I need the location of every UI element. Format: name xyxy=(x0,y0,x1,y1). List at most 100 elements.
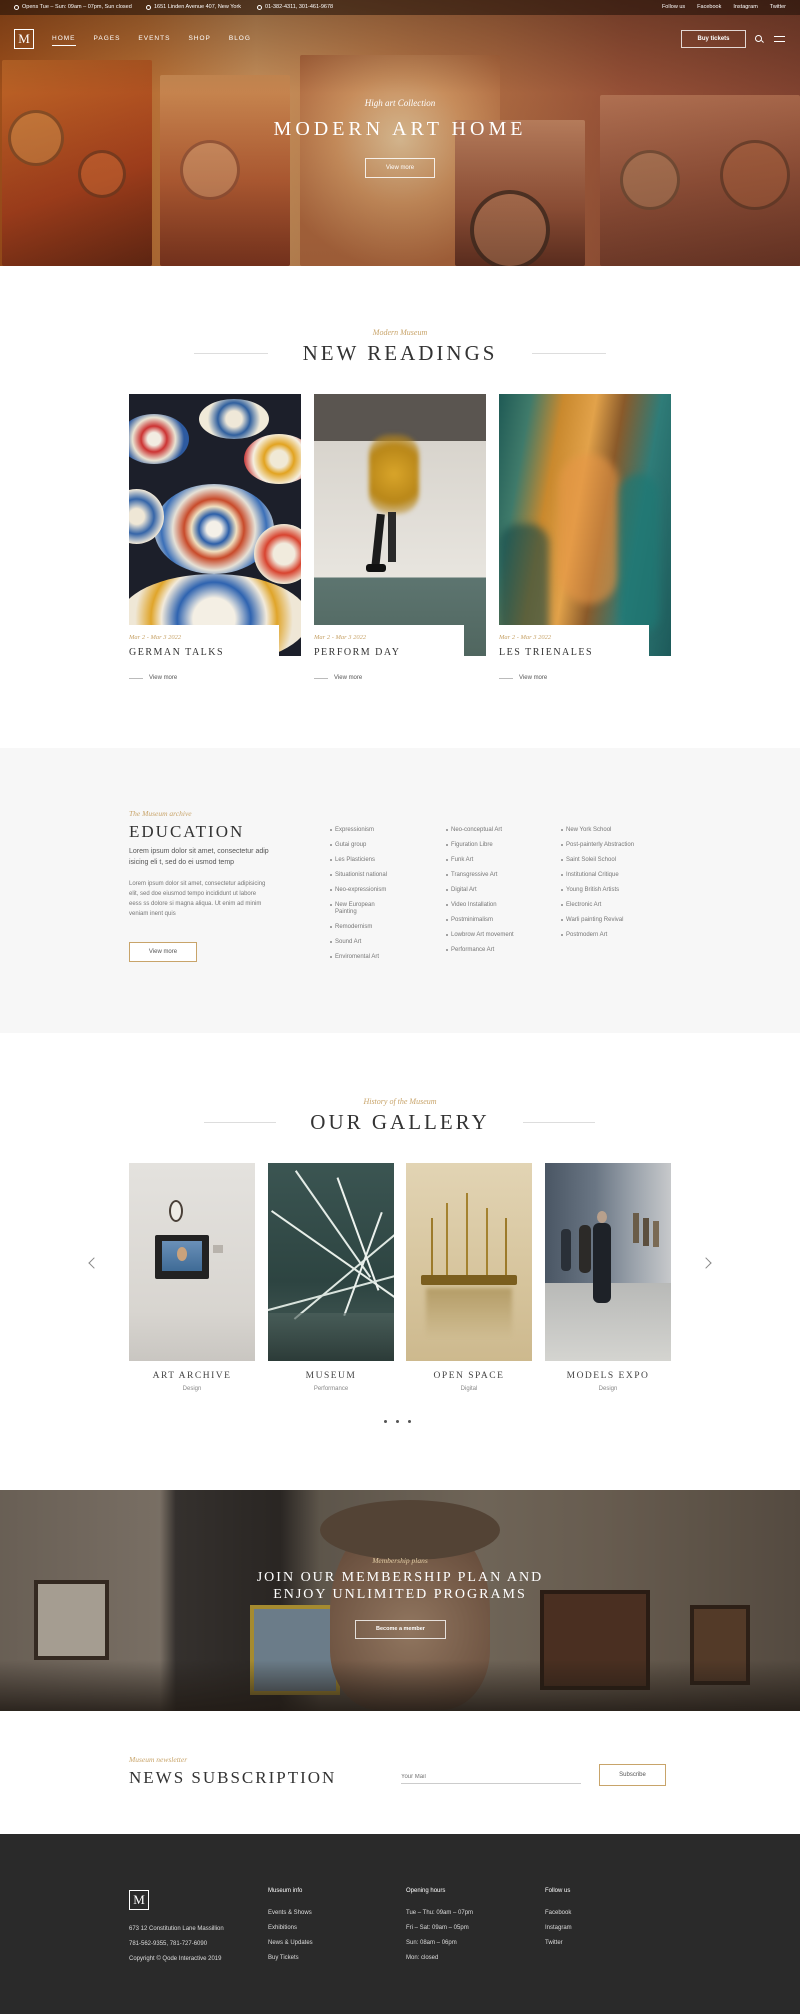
gallery-item-title[interactable]: MODELS EXPO xyxy=(545,1371,671,1381)
footer-logo[interactable]: M xyxy=(129,1890,149,1910)
location-icon xyxy=(146,4,151,10)
facebook-link[interactable]: Facebook xyxy=(697,4,721,10)
reading-title[interactable]: PERFORM DAY xyxy=(314,647,400,658)
nav-item-events[interactable]: EVENTS xyxy=(138,35,170,46)
nav-item-shop[interactable]: SHOP xyxy=(188,35,210,46)
list-item[interactable]: Transgressive Art xyxy=(446,872,532,879)
gallery-title: OUR GALLERY xyxy=(310,1110,490,1134)
list-item[interactable]: Post-painterly Abstraction xyxy=(561,842,647,849)
gallery-item-open-space[interactable]: OPEN SPACE Digital xyxy=(406,1163,532,1392)
gallery-image-sculpture[interactable] xyxy=(406,1163,532,1361)
gallery-image-visitors[interactable] xyxy=(545,1163,671,1361)
list-item[interactable]: Neo-expressionism xyxy=(330,887,416,894)
phone-icon xyxy=(257,4,262,10)
footer-link-twitter[interactable]: Twitter xyxy=(545,1936,572,1951)
list-item[interactable]: Institutional Critique xyxy=(561,872,647,879)
footer-link-news[interactable]: News & Updates xyxy=(268,1936,313,1951)
reading-image-plates[interactable] xyxy=(129,394,301,656)
follow-us-label: Follow us xyxy=(661,4,686,10)
list-item[interactable]: Digital Art xyxy=(446,887,532,894)
footer-link-facebook[interactable]: Facebook xyxy=(545,1906,572,1921)
newsletter-email-input[interactable] xyxy=(401,1770,581,1784)
footer-phones: 781-562-9355, 781-727-6090 xyxy=(129,1941,208,1947)
gallery-item-category: Design xyxy=(182,1386,202,1392)
reading-title[interactable]: LES TRIENALES xyxy=(499,647,593,658)
nav-item-home[interactable]: HOME xyxy=(52,35,76,46)
list-item[interactable]: Figuration Libre xyxy=(446,842,532,849)
footer-link-events[interactable]: Events & Shows xyxy=(268,1906,313,1921)
become-member-button[interactable]: Become a member xyxy=(355,1620,446,1639)
gallery-prev-arrow-icon[interactable] xyxy=(88,1257,100,1269)
readings-kicker: Modern Museum xyxy=(372,328,428,337)
reading-card-perform-day[interactable]: Mar 2 - Mar 3 2022 PERFORM DAY View more xyxy=(314,394,486,681)
footer-link-tickets[interactable]: Buy Tickets xyxy=(268,1951,313,1966)
list-item[interactable]: Warli painting Revival xyxy=(561,917,647,924)
reading-card-les-trienales[interactable]: Mar 2 - Mar 3 2022 LES TRIENALES View mo… xyxy=(499,394,671,681)
newsletter-kicker: Museum newsletter xyxy=(129,1755,188,1764)
gallery-item-title[interactable]: MUSEUM xyxy=(268,1371,394,1381)
list-item[interactable]: Enviromental Art xyxy=(330,954,416,961)
list-item[interactable]: Postmodern Art xyxy=(561,932,647,939)
list-item[interactable]: Situationist national xyxy=(330,872,416,879)
footer-link-instagram[interactable]: Instagram xyxy=(545,1921,572,1936)
list-item[interactable]: Lowbrow Art movement xyxy=(446,932,532,939)
gallery-next-arrow-icon[interactable] xyxy=(700,1257,712,1269)
reading-view-more-link[interactable]: View more xyxy=(314,675,362,681)
pagination-dot[interactable] xyxy=(384,1420,387,1423)
reading-view-more-link[interactable]: View more xyxy=(129,675,177,681)
list-item[interactable]: New European Painting xyxy=(330,902,390,916)
list-item[interactable]: New York School xyxy=(561,827,647,834)
buy-tickets-button[interactable]: Buy tickets xyxy=(681,30,746,48)
view-more-text[interactable]: View more xyxy=(519,675,547,681)
list-item[interactable]: Postminimalism xyxy=(446,917,532,924)
list-item[interactable]: Electronic Art xyxy=(561,902,647,909)
list-item[interactable]: Les Plasticiens xyxy=(330,857,416,864)
instagram-link[interactable]: Instagram xyxy=(733,4,757,10)
nav-item-pages[interactable]: PAGES xyxy=(94,35,121,46)
gallery-item-title[interactable]: ART ARCHIVE xyxy=(129,1371,255,1381)
gallery-image-tv[interactable] xyxy=(129,1163,255,1361)
education-lead: Lorem ipsum dolor sit amet, consectetur … xyxy=(129,848,269,866)
gallery-item-museum[interactable]: MUSEUM Performance xyxy=(268,1163,394,1392)
gallery-item-title[interactable]: OPEN SPACE xyxy=(406,1371,532,1381)
footer-link-exhibitions[interactable]: Exhibitions xyxy=(268,1921,313,1936)
line-decoration xyxy=(129,677,143,679)
reading-title[interactable]: GERMAN TALKS xyxy=(129,647,224,658)
list-item[interactable]: Sound Art xyxy=(330,939,416,946)
list-item[interactable]: Remodernism xyxy=(330,924,416,931)
footer-hours-line: Fri – Sat: 09am – 05pm xyxy=(406,1925,469,1931)
gallery-image-light-lines[interactable] xyxy=(268,1163,394,1361)
list-item[interactable]: Gutai group xyxy=(330,842,416,849)
search-icon[interactable] xyxy=(755,35,762,42)
list-item[interactable]: Saint Soleil School xyxy=(561,857,647,864)
view-more-text[interactable]: View more xyxy=(149,675,177,681)
footer-copyright: Copyright © Qode Interactive 2019 xyxy=(129,1956,222,1962)
list-item[interactable]: Neo-conceptual Art xyxy=(446,827,532,834)
view-more-text[interactable]: View more xyxy=(334,675,362,681)
gallery-item-category: Digital xyxy=(460,1386,478,1392)
footer-contact: 673 12 Constitution Lane Massillion 781-… xyxy=(129,1922,224,1967)
nav-item-blog[interactable]: BLOG xyxy=(229,35,251,46)
list-item[interactable]: Performance Art xyxy=(446,947,532,954)
hero-view-more-button[interactable]: View more xyxy=(365,158,435,178)
education-view-more-button[interactable]: View more xyxy=(129,942,197,962)
hamburger-menu-icon[interactable] xyxy=(774,36,785,42)
list-item[interactable]: Young British Artists xyxy=(561,887,647,894)
pagination-dot[interactable] xyxy=(408,1420,411,1423)
list-item[interactable]: Funk Art xyxy=(446,857,532,864)
gallery-kicker: History of the Museum xyxy=(363,1097,437,1106)
reading-view-more-link[interactable]: View more xyxy=(499,675,547,681)
list-item[interactable]: Expressionism xyxy=(330,827,416,834)
gallery-item-models-expo[interactable]: MODELS EXPO Design xyxy=(545,1163,671,1392)
footer-hours-line: Sun: 08am – 06pm xyxy=(406,1940,457,1946)
gallery-item-art-archive[interactable]: ART ARCHIVE Design xyxy=(129,1163,255,1392)
list-item[interactable]: Video Installation xyxy=(446,902,532,909)
membership-kicker: Membership plans xyxy=(372,1556,428,1565)
reading-image-walker[interactable] xyxy=(314,394,486,656)
reading-image-blurred-crowd[interactable] xyxy=(499,394,671,656)
twitter-link[interactable]: Twitter xyxy=(770,4,786,10)
reading-card-german-talks[interactable]: Mar 2 - Mar 3 2022 GERMAN TALKS View mor… xyxy=(129,394,301,681)
subscribe-button[interactable]: Subscribe xyxy=(599,1764,666,1786)
pagination-dot[interactable] xyxy=(396,1420,399,1423)
logo[interactable]: M xyxy=(14,29,34,49)
